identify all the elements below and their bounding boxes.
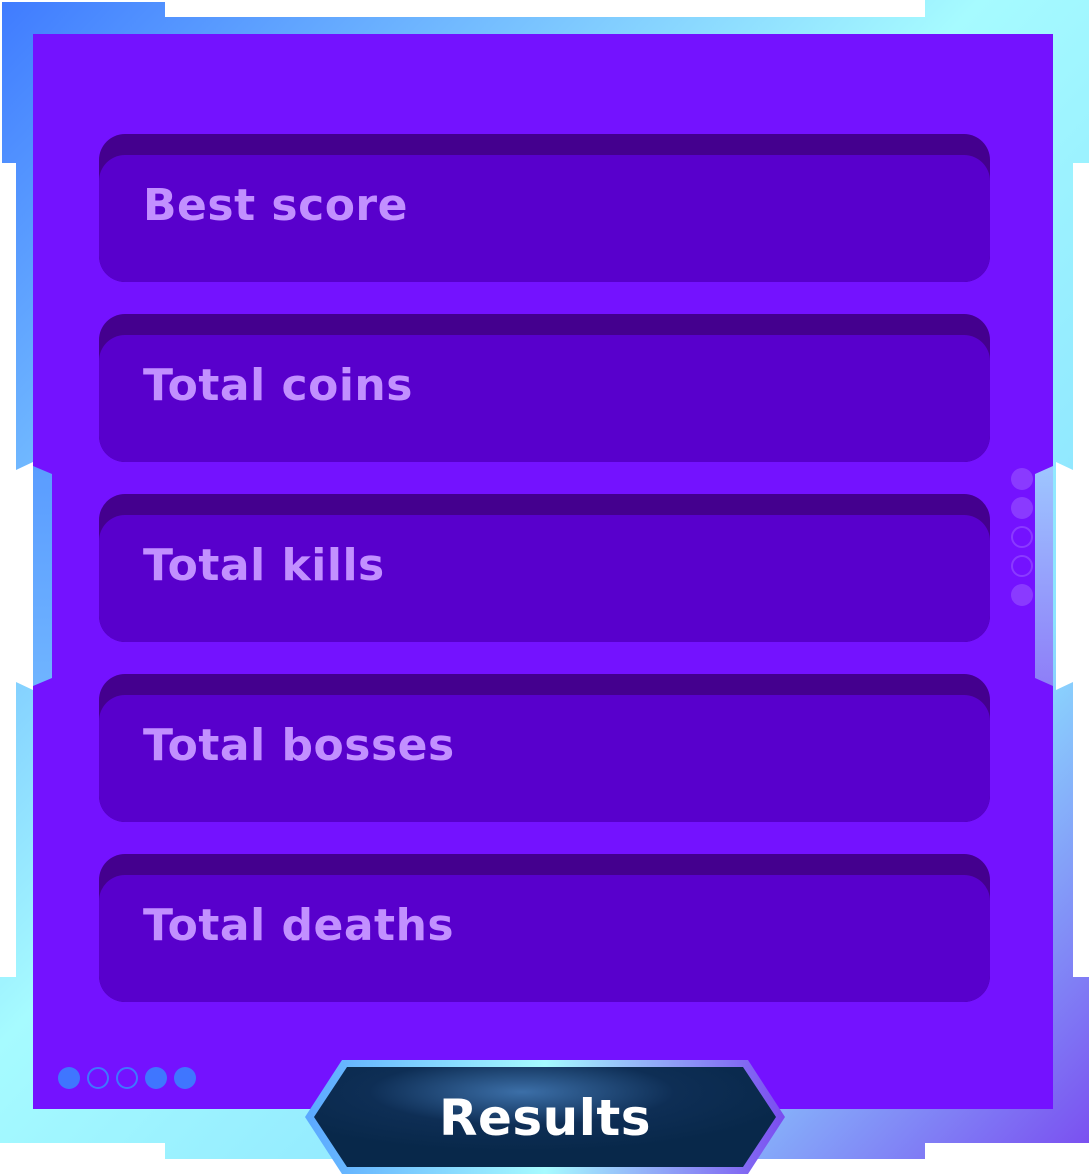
stat-row-total-coins: Total coins bbox=[99, 314, 990, 462]
stat-label-total-kills: Total kills bbox=[143, 540, 385, 591]
stat-label-total-coins: Total coins bbox=[143, 360, 413, 411]
pager-dot bbox=[1011, 526, 1033, 548]
stat-row-total-deaths: Total deaths bbox=[99, 854, 990, 1002]
pager-dots-right bbox=[1011, 468, 1033, 606]
pager-dot bbox=[87, 1067, 109, 1089]
stat-label-total-deaths: Total deaths bbox=[143, 900, 455, 951]
pager-dot bbox=[1011, 468, 1033, 490]
results-button-label: Results bbox=[438, 1089, 652, 1147]
pager-dots-bottom bbox=[58, 1067, 196, 1089]
pager-dot bbox=[1011, 497, 1033, 519]
stat-label-best-score: Best score bbox=[143, 180, 408, 231]
pager-dot bbox=[1011, 555, 1033, 577]
stat-row-total-kills: Total kills bbox=[99, 494, 990, 642]
pager-dot bbox=[145, 1067, 167, 1089]
stat-label-total-bosses: Total bosses bbox=[143, 720, 455, 771]
stat-row-best-score: Best score bbox=[99, 134, 990, 282]
pager-dot bbox=[174, 1067, 196, 1089]
pager-dot bbox=[1011, 584, 1033, 606]
pager-dot bbox=[116, 1067, 138, 1089]
stat-row-total-bosses: Total bosses bbox=[99, 674, 990, 822]
pager-dot bbox=[58, 1067, 80, 1089]
